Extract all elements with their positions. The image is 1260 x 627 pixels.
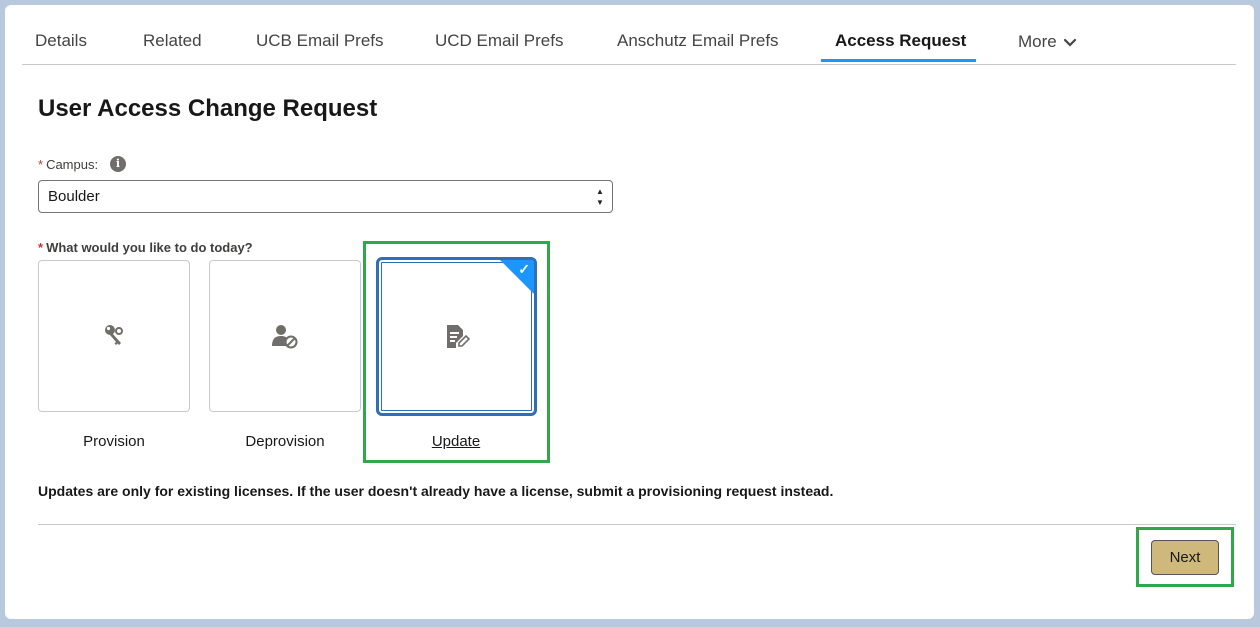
select-arrows-icon: ▲ ▼	[596, 187, 604, 207]
action-question-label: * What would you like to do today?	[38, 240, 253, 255]
option-tile-provision[interactable]	[38, 260, 190, 412]
campus-select-value: Boulder	[48, 188, 100, 205]
campus-select[interactable]: Boulder ▲ ▼	[38, 180, 613, 213]
user-block-icon	[272, 325, 298, 349]
info-icon[interactable]: i	[110, 156, 126, 172]
option-label-deprovision[interactable]: Deprovision	[209, 433, 361, 450]
key-icon	[105, 325, 123, 345]
required-marker: *	[38, 157, 44, 172]
campus-label: * Campus:	[38, 157, 98, 172]
action-question-text: What would you like to do today?	[46, 240, 253, 255]
page-title: User Access Change Request	[38, 95, 378, 122]
tab-related[interactable]: Related	[143, 18, 202, 63]
highlight-box-next	[1136, 527, 1234, 587]
tab-ucd-email-prefs[interactable]: UCD Email Prefs	[435, 18, 563, 63]
tab-bar: Details Related UCB Email Prefs UCD Emai…	[22, 18, 1236, 65]
footer-divider	[38, 524, 1236, 525]
option-tile-deprovision[interactable]	[209, 260, 361, 412]
highlight-box-update	[363, 241, 550, 463]
tab-ucb-email-prefs[interactable]: UCB Email Prefs	[256, 18, 384, 63]
active-tab-indicator	[821, 59, 976, 62]
tab-access-request[interactable]: Access Request	[835, 18, 966, 63]
tab-more-label: More	[1018, 32, 1057, 51]
campus-label-text: Campus:	[46, 157, 99, 172]
tab-more[interactable]: More	[1018, 19, 1077, 64]
update-note: Updates are only for existing licenses. …	[38, 483, 834, 499]
option-label-provision[interactable]: Provision	[38, 433, 190, 450]
tab-anschutz-email-prefs[interactable]: Anschutz Email Prefs	[617, 18, 779, 63]
tab-details[interactable]: Details	[35, 18, 87, 63]
chevron-down-icon	[1063, 38, 1076, 47]
required-marker: *	[38, 240, 44, 255]
